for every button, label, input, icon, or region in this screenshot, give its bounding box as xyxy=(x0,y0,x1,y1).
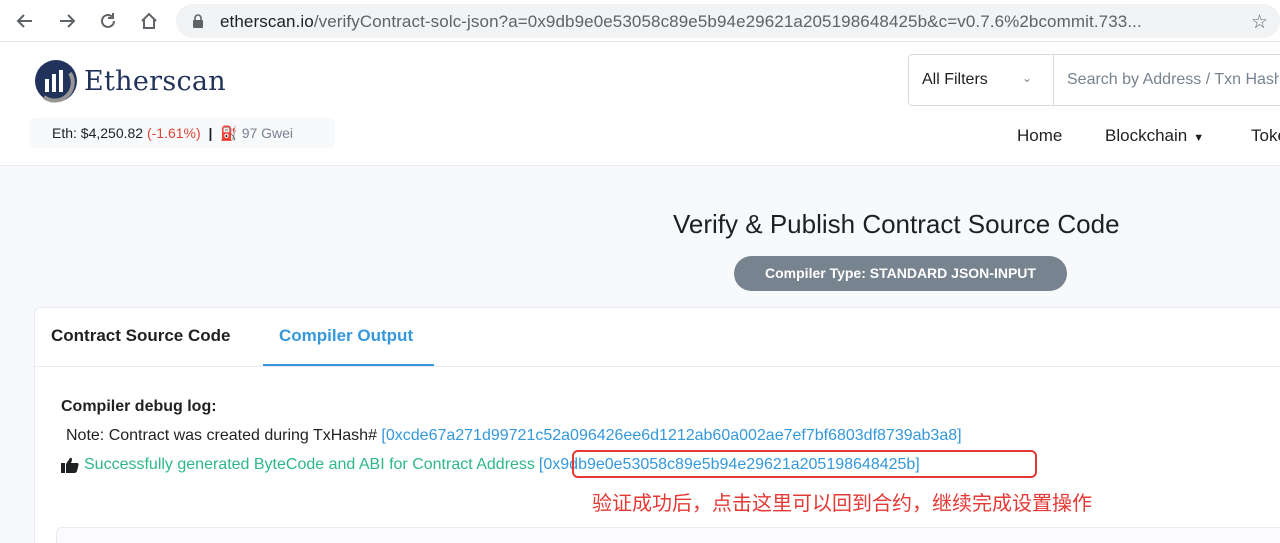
url-text: etherscan.io/verifyContract-solc-json?a=… xyxy=(220,12,1142,31)
reload-icon[interactable] xyxy=(93,6,123,36)
tab-compiler-output[interactable]: Compiler Output xyxy=(279,326,413,346)
gas-info[interactable]: ⛽ 97 Gwei xyxy=(220,125,293,141)
page-title: Verify & Publish Contract Source Code xyxy=(673,209,1120,239)
address-bar[interactable]: etherscan.io/verifyContract-solc-json?a=… xyxy=(176,4,1280,38)
debug-log-label: Compiler debug log: xyxy=(61,398,217,415)
home-icon[interactable] xyxy=(134,6,164,36)
site-header: Etherscan Eth: $4,250.82 (-1.61%) | ⛽ 97… xyxy=(0,42,1280,166)
nav-home[interactable]: Home xyxy=(1017,126,1062,146)
tab-bar: Contract Source Code Compiler Output xyxy=(35,308,1280,367)
browser-toolbar: etherscan.io/verifyContract-solc-json?a=… xyxy=(0,0,1280,42)
compiler-type-badge: Compiler Type: STANDARD JSON-INPUT xyxy=(734,256,1067,291)
tx-hash-link[interactable]: [0xcde67a271d99721c52a096426ee6d1212ab60… xyxy=(381,427,961,444)
bookmark-star-icon[interactable]: ☆ xyxy=(1251,11,1268,34)
nav-blockchain[interactable]: Blockchain ▼ xyxy=(1105,126,1204,146)
price-separator: | xyxy=(208,125,213,141)
lock-icon xyxy=(192,14,204,33)
eth-price-box: Eth: $4,250.82 (-1.61%) | ⛽ 97 Gwei xyxy=(30,118,335,148)
forward-arrow-icon[interactable] xyxy=(52,6,82,36)
active-tab-indicator xyxy=(263,364,434,366)
tab-contract-source-code[interactable]: Contract Source Code xyxy=(51,326,230,346)
etherscan-logo[interactable]: Etherscan xyxy=(34,59,226,103)
output-panel xyxy=(56,527,1280,543)
search-input[interactable] xyxy=(1053,54,1280,106)
logo-text: Etherscan xyxy=(84,65,226,97)
etherscan-logo-icon xyxy=(35,60,77,103)
search-filter-select[interactable]: All Filters ⌄ xyxy=(908,54,1054,106)
eth-price-change: (-1.61%) xyxy=(146,125,201,141)
thumbs-up-icon xyxy=(61,457,79,473)
eth-price[interactable]: Eth: $4,250.82 xyxy=(52,125,143,141)
annotation-highlight-box xyxy=(572,450,1037,478)
chevron-down-icon: ⌄ xyxy=(1021,71,1032,85)
tx-note: Note: Contract was created during TxHash… xyxy=(66,427,962,444)
chevron-down-icon: ▼ xyxy=(1193,132,1205,144)
nav-tokens[interactable]: Tokens xyxy=(1251,126,1280,146)
annotation-text: 验证成功后，点击这里可以回到合约，继续完成设置操作 xyxy=(592,493,1092,515)
back-arrow-icon[interactable] xyxy=(10,6,40,36)
gas-pump-icon: ⛽ xyxy=(220,125,238,141)
